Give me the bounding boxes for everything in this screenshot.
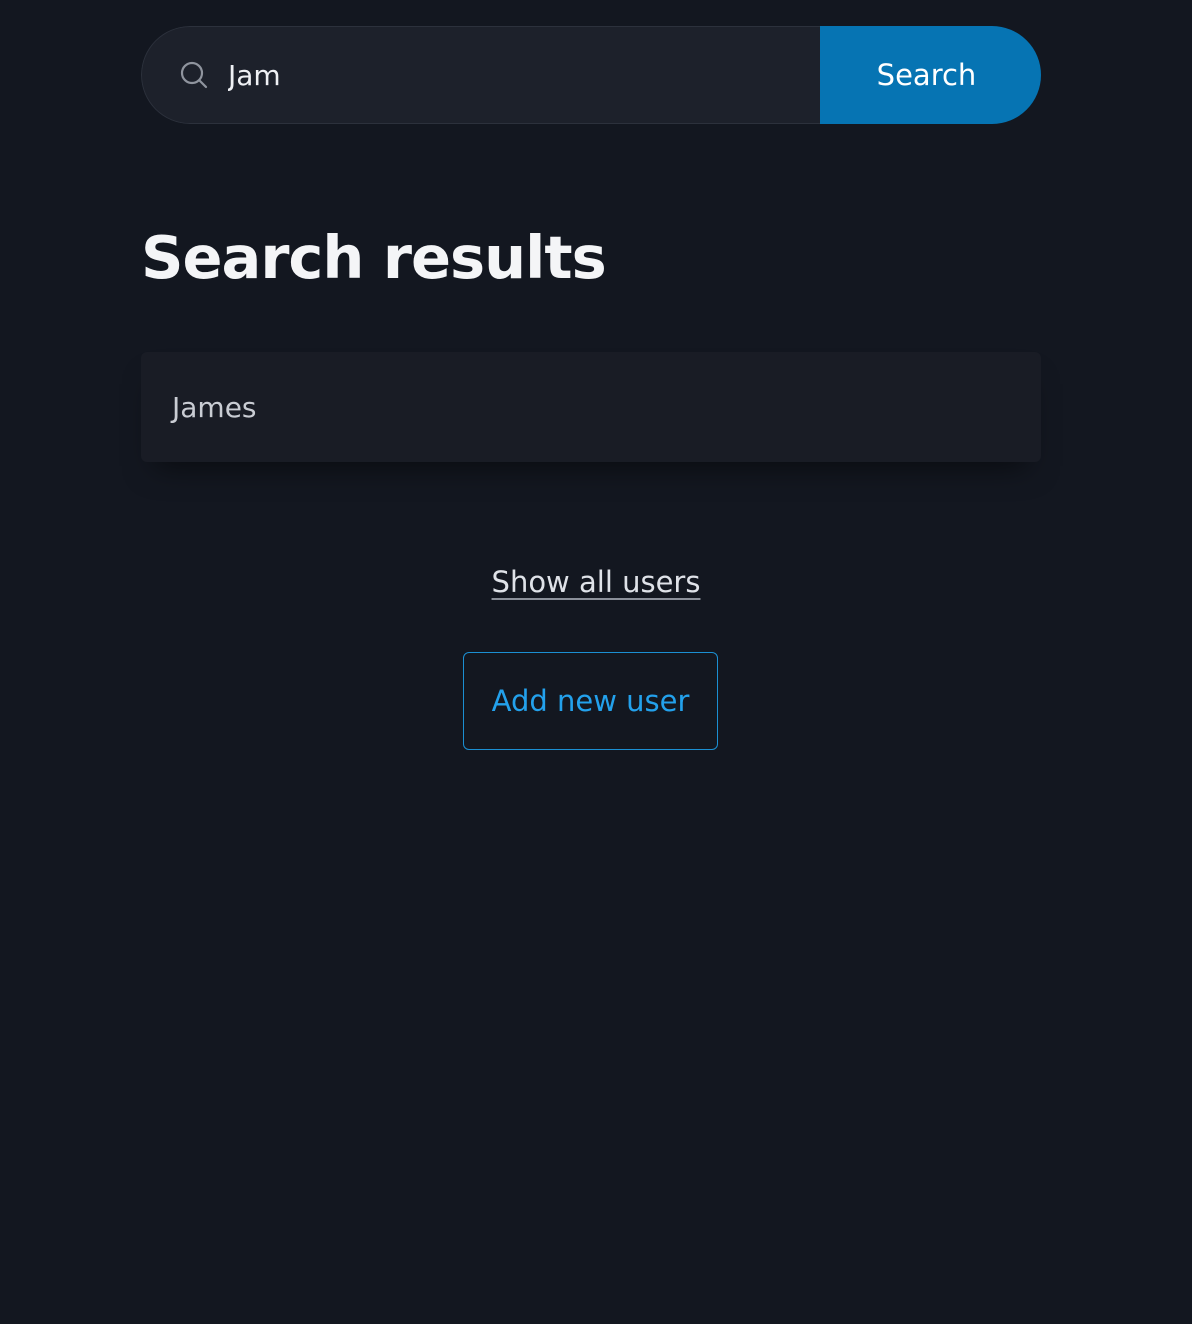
search-field[interactable] bbox=[141, 26, 820, 124]
search-button[interactable]: Search bbox=[820, 26, 1041, 124]
list-item[interactable]: James bbox=[141, 352, 1041, 462]
page: Search Search results James Show all use… bbox=[0, 0, 1192, 1324]
search-bar: Search bbox=[141, 26, 1041, 124]
page-title: Search results bbox=[141, 223, 607, 292]
results-list: James bbox=[141, 352, 1041, 462]
list-item-label: James bbox=[172, 390, 257, 424]
add-user-button[interactable]: Add new user bbox=[463, 652, 718, 750]
show-all-users-link[interactable]: Show all users bbox=[492, 565, 701, 599]
search-icon bbox=[179, 60, 209, 90]
show-all-container: Show all users bbox=[0, 561, 1192, 603]
search-input[interactable] bbox=[228, 58, 768, 92]
